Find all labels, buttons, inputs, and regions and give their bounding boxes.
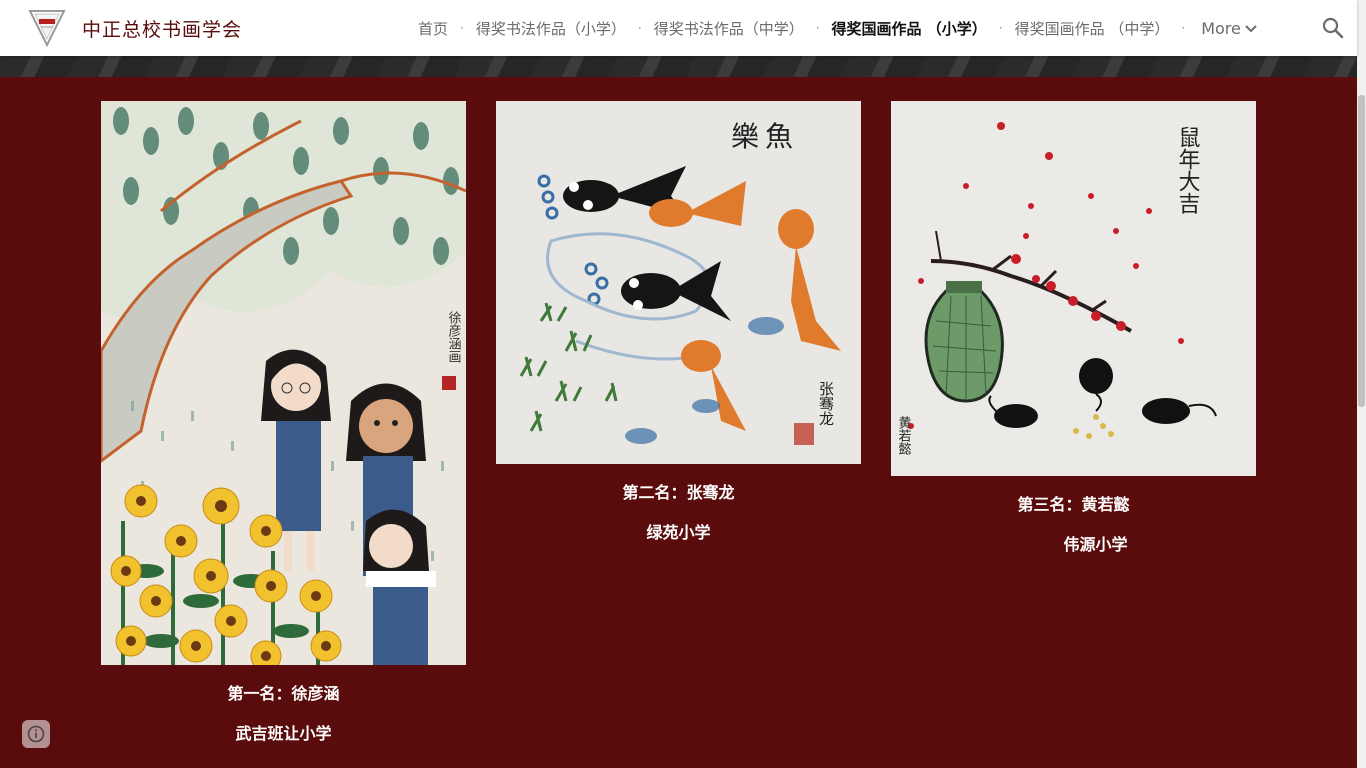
painting-mice-vase: 鼠年大吉 黄若懿: [891, 101, 1256, 476]
header-banner-image: [0, 56, 1357, 77]
painting-goldfish: 樂魚 张骞龙: [496, 101, 861, 464]
info-button[interactable]: [22, 720, 50, 748]
nav-item-calligraphy-primary[interactable]: 得奖书法作品（小学）: [476, 18, 626, 39]
school-logo[interactable]: [28, 7, 66, 47]
scrollbar-thumb[interactable]: [1358, 95, 1365, 407]
info-icon: [27, 725, 45, 743]
caption-third-place: 第三名：黄若懿: [1017, 495, 1130, 514]
painting-girls-sunflowers: 徐彦涵画: [101, 101, 466, 665]
artwork-girls-sunflowers[interactable]: 徐彦涵画: [101, 101, 466, 665]
nav-item-calligraphy-secondary[interactable]: 得奖书法作品（中学）: [654, 18, 804, 39]
site-title[interactable]: 中正总校书画学会: [82, 15, 242, 42]
chevron-down-icon: [1245, 25, 1257, 33]
seal-stamp: [442, 376, 456, 390]
nav-item-painting-primary[interactable]: 得奖国画作品 （小学）: [832, 18, 987, 39]
nav-item-painting-secondary[interactable]: 得奖国画作品 （中学）: [1015, 18, 1170, 39]
mice-title: 鼠年大吉: [1175, 126, 1201, 214]
goldfish-signature: 张骞龙: [817, 381, 835, 426]
search-icon[interactable]: [1322, 17, 1344, 39]
goldfish-title: 樂魚: [731, 120, 799, 153]
caption-first-place: 第一名：徐彦涵: [227, 684, 340, 703]
caption-third-school: 伟源小学: [1063, 535, 1128, 554]
caption-second-place: 第二名：张骞龙: [622, 483, 735, 502]
mice-signature: 黄若懿: [896, 416, 912, 455]
nav-item-home[interactable]: 首页: [418, 18, 448, 39]
nav-separator: ·: [1181, 21, 1186, 35]
seal-stamp: [794, 423, 814, 445]
nav-separator: ·: [460, 21, 464, 35]
nav-separator: ·: [815, 21, 820, 35]
artwork-goldfish[interactable]: 樂魚 张骞龙: [496, 101, 861, 464]
nav-separator: ·: [998, 21, 1003, 35]
caption-second-school: 绿苑小学: [646, 523, 711, 542]
caption-first-school: 武吉班让小学: [235, 724, 332, 743]
site-header: 中正总校书画学会 首页 · 得奖书法作品（小学） · 得奖书法作品（中学） · …: [0, 0, 1357, 56]
nav-separator: ·: [637, 21, 642, 35]
more-label: More: [1201, 18, 1241, 38]
more-menu-button[interactable]: More: [1201, 19, 1258, 38]
artwork-mice-vase[interactable]: 鼠年大吉 黄若懿: [891, 101, 1256, 476]
girls-signature: 徐彦涵画: [446, 311, 462, 363]
page-scrollbar[interactable]: [1357, 0, 1366, 768]
main-nav: 首页 · 得奖书法作品（小学） · 得奖书法作品（中学） · 得奖国画作品 （小…: [418, 0, 1258, 56]
